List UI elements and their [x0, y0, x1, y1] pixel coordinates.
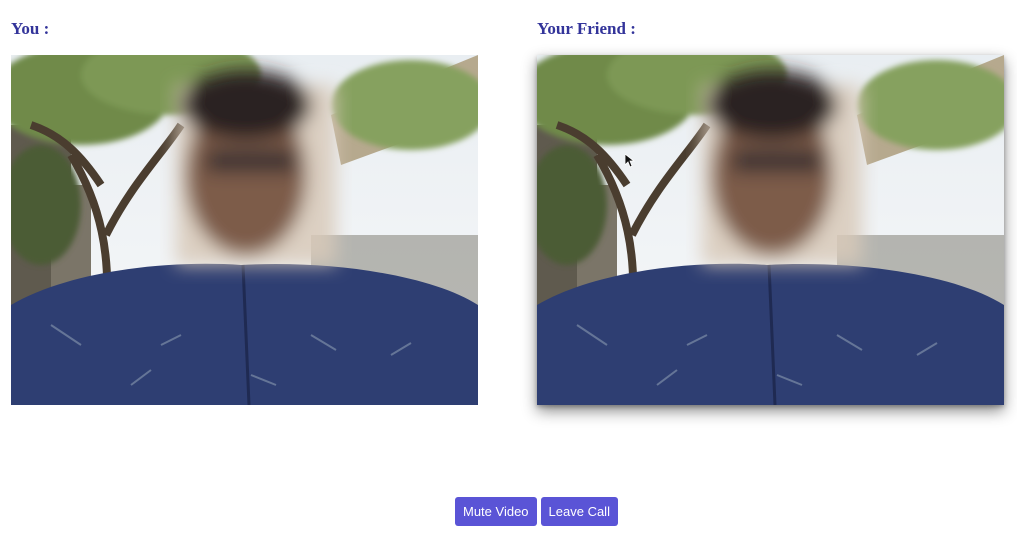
leave-call-button[interactable]: Leave Call: [540, 497, 618, 526]
mouse-cursor-icon: [625, 154, 635, 168]
local-video-label: You :: [11, 19, 50, 38]
local-video-frame: [11, 55, 478, 405]
remote-video-frame: [537, 55, 1004, 405]
video-call-page: You : Your Friend : Mute Video Leave Cal…: [0, 0, 1017, 537]
mute-video-button[interactable]: Mute Video: [455, 497, 537, 526]
remote-video: [537, 55, 1004, 405]
call-controls: Mute Video Leave Call: [455, 497, 618, 526]
remote-video-label: Your Friend :: [537, 19, 636, 38]
local-video: [11, 55, 478, 405]
